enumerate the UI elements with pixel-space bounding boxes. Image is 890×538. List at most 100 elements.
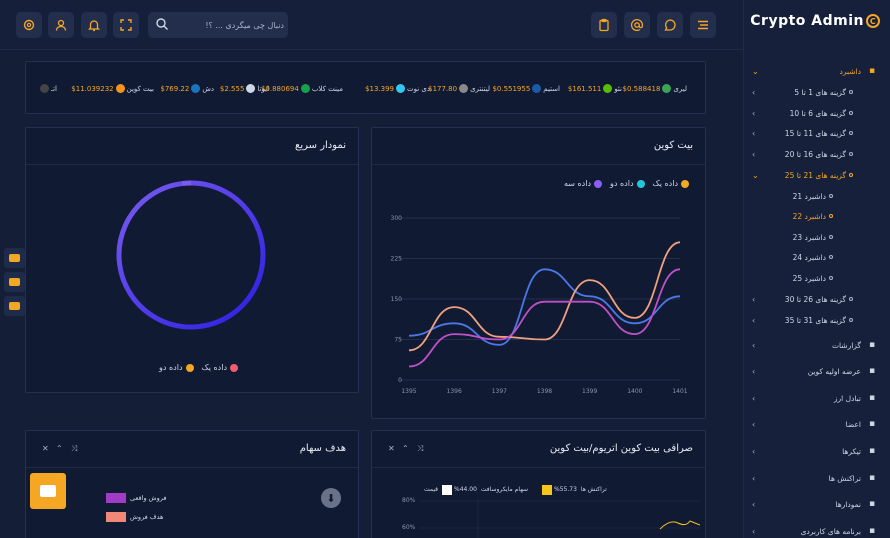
sidebar-item[interactable]: ▪ › تبادل ارز [744,389,890,407]
ticker-price: $13.399 [365,84,395,93]
ticker-item[interactable]: دش $769.22 [160,84,214,93]
bullet-icon [849,152,853,156]
panel-title: صرافی بیت کوین اتریوم/بیت کوین [549,443,693,454]
ticker-name: اتـ [51,84,57,93]
legend-item[interactable]: داده سه [564,179,603,188]
bitcoin-chart-panel: بیت کوین داده یک داده دو داده سه 0 75 150 225… [371,127,706,419]
wallet-icon[interactable] [4,248,25,268]
sidebar-item-label: داشبرد 21 [792,191,826,201]
quick-donut-chart [116,180,266,330]
sidebar-item[interactable]: ▪ › تراکنش ها [744,469,890,487]
sidebar-item[interactable]: ▪ › عرضه اولیه کوین [744,362,890,380]
sidebar-item-label: گزینه های 6 تا 10 [789,108,846,118]
sidebar-item[interactable]: ▪ › تیکرها [744,442,890,460]
ticker-bar: لیری $0.588418 نئو $161.511 استیم $0.551955 لی… [25,61,706,114]
chevron-down-icon: ⌄ [752,170,759,180]
bullet-icon [829,194,833,198]
shuffle-icon[interactable]: ⤨ [417,444,423,454]
search-box[interactable] [148,12,288,38]
x-tick-label: 1398 [537,388,552,395]
menu-icon[interactable] [690,12,716,38]
sidebar-item[interactable]: داشبرد 25 [744,269,890,287]
bullet-icon [849,318,853,322]
donut-slice [181,180,192,187]
dollar-icon: ▪ [868,473,876,483]
sidebar-item[interactable]: داشبرد 24 [744,248,890,266]
coin-icon [662,84,672,93]
chevron-right-icon: › [752,473,756,483]
coin-icon [246,84,256,93]
ticker-item[interactable]: لیری $0.588418 [623,84,687,93]
at-sign-icon[interactable] [624,12,650,38]
bullet-icon [829,235,833,239]
ticker-item[interactable]: لیتنتری $177.80 [428,84,490,93]
sidebar-item-label: عرضه اولیه کوین [807,366,861,376]
sidebar-item[interactable]: ▪ ⌄ داشبرد [744,62,890,80]
ticker-item[interactable]: ایوتا $2.555 [220,84,269,93]
sidebar-item[interactable]: › گزینه های 26 تا 30 [744,290,890,308]
clipboard-icon[interactable] [591,12,617,38]
ticker-name: ایوتا [257,84,269,93]
sidebar-item[interactable]: ▪ › اعضا [744,415,890,433]
chevron-up-icon[interactable]: ⌃ [402,444,409,453]
chevron-right-icon: › [752,108,756,118]
ticker-item[interactable]: مینت کلاب $0.880694 [261,84,343,93]
legend-item[interactable]: داده دو [159,363,194,372]
legend-dot-icon [230,363,238,372]
card-icon[interactable] [4,272,25,292]
panel-title: نمودار سریع [295,140,346,151]
bullet-icon [829,255,833,259]
sidebar-item[interactable]: داشبرد 23 [744,228,890,246]
sidebar-item[interactable]: › گزینه های 11 تا 15 [744,124,890,142]
user-icon[interactable] [48,12,74,38]
chevron-up-icon[interactable]: ⌃ [56,444,63,453]
sidebar-item[interactable]: › گزینه های 1 تا 5 [744,83,890,101]
bell-icon[interactable] [81,12,107,38]
ticker-item[interactable]: دی نوت $13.399 [365,84,430,93]
sidebar-item[interactable]: ▪ › برنامه های کاربردی [744,522,890,538]
sidebar-item-label: گزینه های 1 تا 5 [794,87,846,97]
bitcoin-line-chart: 0 75 150 225 300 1395 1396 1397 1398 1399 1400 1401 [391,215,688,395]
close-icon[interactable]: ✕ [42,444,49,453]
legend-item[interactable]: داده دو [610,179,645,188]
ticker-name: استیم [543,84,560,93]
sidebar-item-label: گزینه های 21 تا 25 [784,170,846,180]
sidebar-item[interactable]: ⌄ گزینه های 21 تا 25 [744,166,890,184]
ticker-price: $0.551955 [492,84,531,93]
legend-item[interactable]: داده یک [653,179,689,188]
ticker-item[interactable]: نئو $161.511 [568,84,622,93]
download-icon[interactable]: ⬇ [321,488,341,508]
shuffle-icon[interactable]: ⤨ [71,444,77,454]
fullscreen-icon[interactable] [113,12,139,38]
sidebar-item[interactable]: داشبرد 22 [744,207,890,225]
sidebar-item[interactable]: ▪ › نمودارها [744,495,890,513]
chat-icon[interactable] [657,12,683,38]
coin-icon [115,84,125,93]
ticker-item[interactable]: بیت کوین $11.039232 [71,84,154,93]
pie-chart-icon: ▪ [868,366,876,376]
close-icon[interactable]: ✕ [388,444,395,453]
cart-icon[interactable] [4,296,25,316]
ticker-name: دش [202,84,214,93]
sidebar-item[interactable]: › گزینه های 31 تا 35 [744,311,890,329]
legend-swatch [106,512,126,522]
sidebar-item[interactable]: › گزینه های 16 تا 20 [744,145,890,163]
grid-icon: ▪ [868,526,876,536]
ticker-item[interactable]: استیم $0.551955 [492,84,560,93]
sidebar-item[interactable]: › گزینه های 6 تا 10 [744,104,890,122]
sidebar-item[interactable]: ▪ › گزارشات [744,336,890,354]
ticker-item[interactable]: اتـ [38,84,57,93]
chevron-right-icon: › [752,294,756,304]
chevron-right-icon: › [752,128,756,138]
search-input[interactable] [174,16,284,34]
legend-item[interactable]: داده یک [202,363,238,372]
sidebar-item-label: گزینه های 11 تا 15 [784,128,846,138]
bullet-icon [849,297,853,301]
users-icon: ▪ [868,419,876,429]
bitcoin-legend: داده یک داده دو داده سه [564,179,689,188]
gear-icon[interactable] [16,12,42,38]
sidebar-item-label: نمودارها [835,499,861,509]
sidebar-item[interactable]: داشبرد 21 [744,187,890,205]
sidebar-item-label: برنامه های کاربردی [800,526,861,536]
chat-widget-button[interactable] [30,473,66,509]
